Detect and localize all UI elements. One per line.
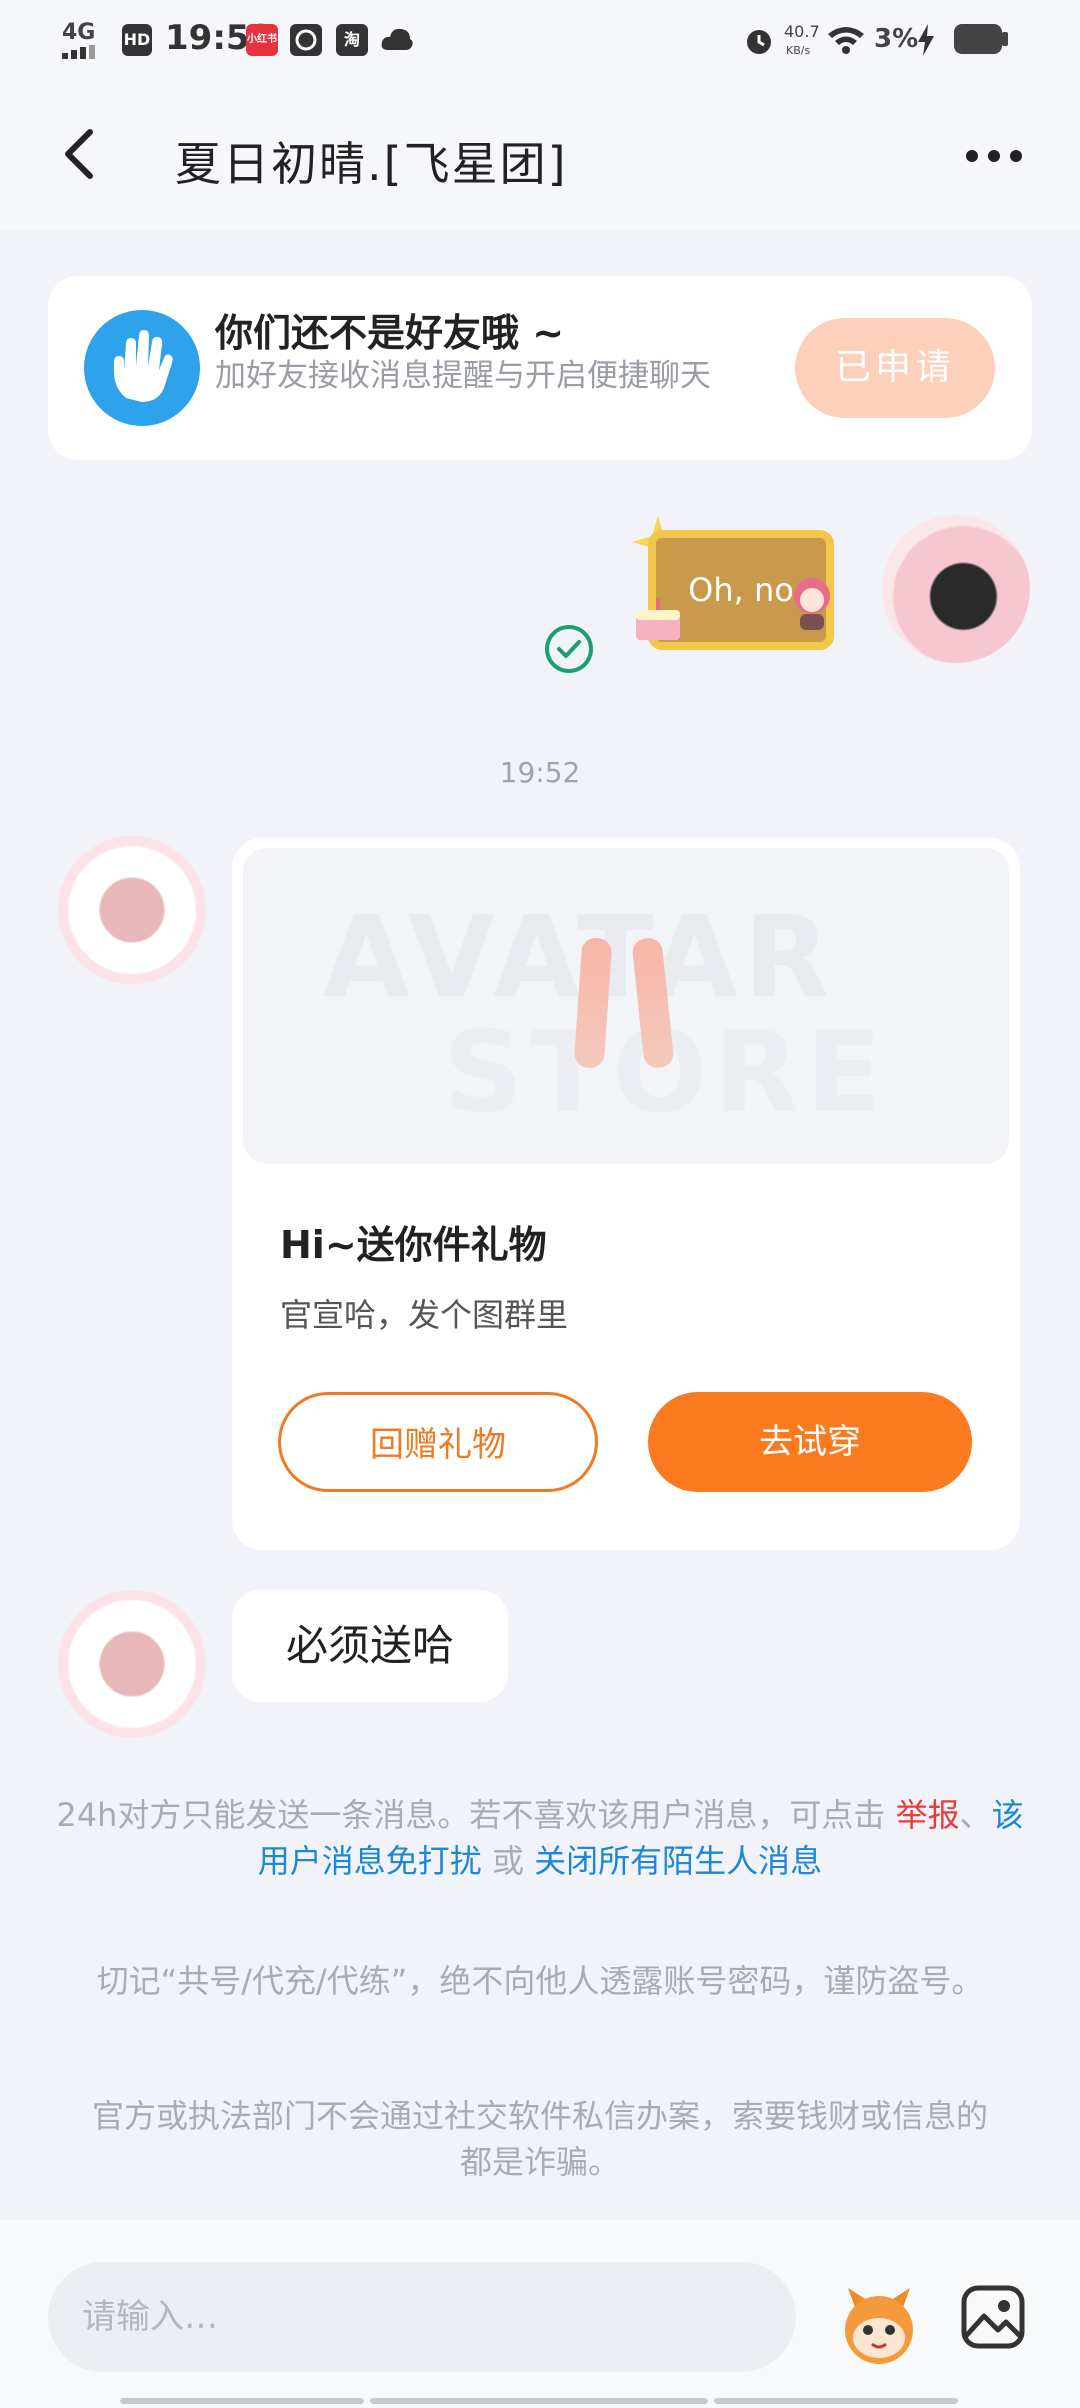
wifi-icon: [826, 24, 866, 54]
notice-text: 24h对方只能发送一条消息。若不喜欢该用户消息，可点击: [56, 1796, 896, 1834]
taobao-icon: 淘: [336, 24, 368, 56]
alarm-icon: [742, 24, 776, 58]
fraud-warning: 官方或执法部门不会通过社交软件私信办案，索要钱财或信息的都是诈骗。: [91, 2097, 988, 2181]
back-arrow-icon: [65, 129, 93, 179]
more-dots-icon: [966, 150, 1022, 162]
applied-button[interactable]: 已申请: [795, 318, 995, 418]
friend-card-description: 加好友接收消息提醒与开启便捷聊天: [215, 358, 711, 394]
notice-separator: 、: [959, 1796, 992, 1834]
battery-icon: [952, 20, 1010, 58]
image-picker-button[interactable]: [960, 2284, 1026, 2350]
back-button[interactable]: [60, 124, 100, 184]
character-decoration: [780, 570, 844, 634]
network-type: 4G: [62, 20, 96, 45]
gift-subtitle: 官宣哈，发个图群里: [280, 1296, 569, 1334]
return-gift-button[interactable]: 回赠礼物: [278, 1392, 598, 1492]
more-button[interactable]: [962, 136, 1026, 176]
message-bubble[interactable]: 必须送哈: [232, 1590, 508, 1702]
net-speed-unit: KB/s: [786, 44, 811, 57]
sent-check-icon: [545, 625, 593, 673]
chat-title: 夏日初晴.[飞星团]: [175, 137, 568, 191]
net-speed: 40.7: [784, 22, 820, 41]
notice-or: 或: [481, 1842, 535, 1880]
hd-icon: HD: [122, 24, 152, 56]
message-timestamp: 19:52: [499, 756, 581, 789]
wave-hand-icon: [84, 310, 200, 426]
emoji-sticker-button[interactable]: [834, 2280, 924, 2370]
signal-icon: [62, 44, 102, 59]
charging-icon: [916, 24, 936, 56]
report-link[interactable]: 举报: [896, 1796, 960, 1834]
stranger-notice: 24h对方只能发送一条消息。若不喜欢该用户消息，可点击 举报、该用户消息免打扰 …: [55, 1792, 1025, 1884]
mascot-emoji-icon: [845, 2288, 913, 2364]
nav-indicator: [120, 2398, 364, 2404]
weather-icon: [380, 24, 414, 54]
image-icon: [961, 2285, 1025, 2349]
contact-avatar[interactable]: [58, 1590, 206, 1738]
gift-title: Hi~送你件礼物: [280, 1223, 547, 1267]
my-avatar[interactable]: [882, 515, 1030, 663]
cake-decoration: [630, 596, 686, 644]
xiaohongshu-icon: 小红书: [246, 24, 278, 56]
app-icon: [290, 24, 322, 56]
try-on-button[interactable]: 去试穿: [648, 1392, 972, 1492]
nav-indicator: [714, 2398, 958, 2404]
close-stranger-messages-link[interactable]: 关闭所有陌生人消息: [534, 1842, 822, 1880]
gift-image[interactable]: AVATAR STORE: [243, 848, 1009, 1164]
friend-card-title: 你们还不是好友哦 ~: [215, 311, 565, 355]
account-safety-warning: 切记“共号/代充/代练”，绝不向他人透露账号密码，谨防盗号。: [96, 1962, 984, 2000]
message-input[interactable]: 请输入…: [48, 2262, 796, 2372]
status-bar: 4G HD 19:52 小红书 淘 40.7 KB/s 3%: [0, 0, 1080, 80]
battery-percent: 3%: [874, 24, 919, 54]
contact-avatar[interactable]: [58, 836, 206, 984]
nav-indicator: [370, 2398, 708, 2404]
